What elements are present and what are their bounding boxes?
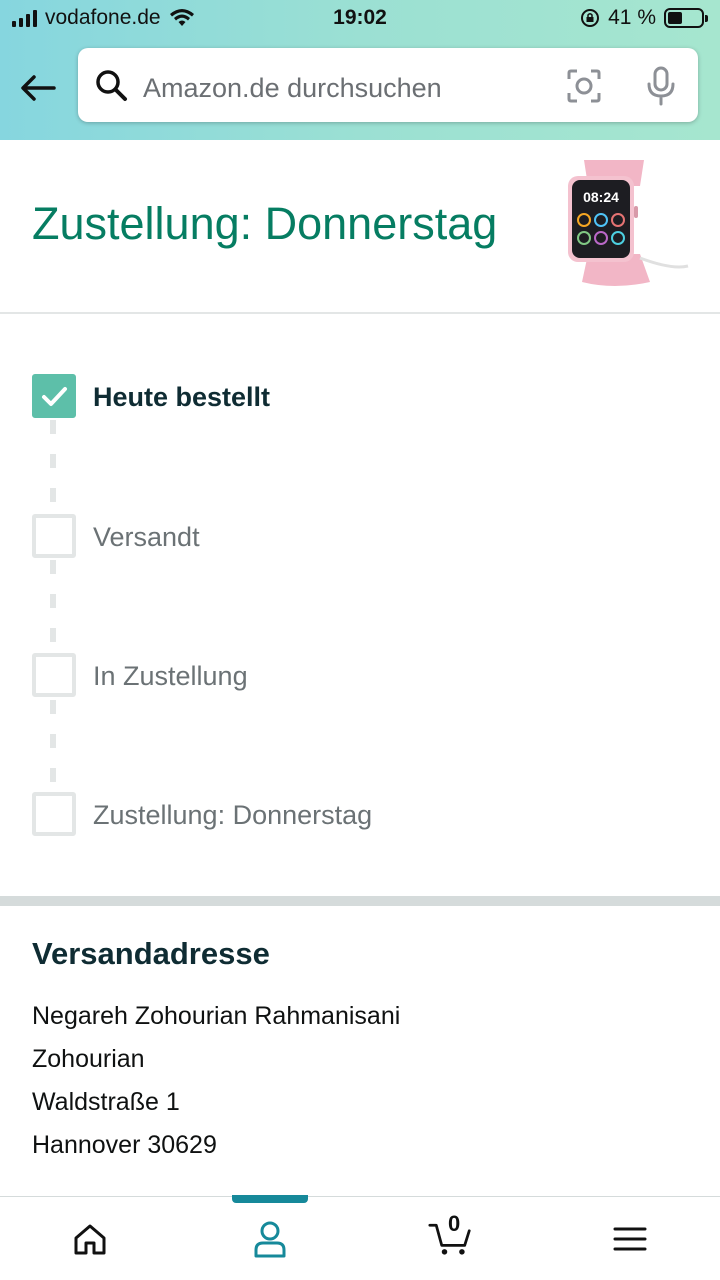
bottom-nav: 0	[0, 1195, 720, 1280]
timeline-connector	[50, 420, 56, 508]
address-line: Waldstraße 1	[32, 1088, 180, 1116]
checkbox-empty	[32, 792, 76, 836]
timeline-connector	[50, 700, 56, 788]
nav-account[interactable]	[248, 1217, 292, 1261]
nav-menu[interactable]	[608, 1217, 652, 1261]
timeline-connector	[50, 560, 56, 648]
delivery-timeline: Heute bestellt Versandt In Zustellung Zu…	[0, 316, 720, 896]
nav-home[interactable]	[68, 1217, 112, 1261]
shipping-address: Versandadresse Negareh Zohourian Rahmani…	[32, 906, 692, 1159]
section-divider	[0, 896, 720, 906]
search-icon	[96, 70, 127, 101]
battery-icon	[664, 8, 708, 28]
checkmark-icon	[42, 387, 67, 406]
active-tab-indicator	[232, 1195, 308, 1203]
address-line: Negareh Zohourian Rahmanisani	[32, 1002, 401, 1030]
timeline-step-out-for-delivery: In Zustellung	[32, 653, 692, 699]
menu-icon	[613, 1227, 647, 1251]
address-heading: Versandadresse	[32, 936, 270, 971]
checkbox-empty	[32, 653, 76, 697]
step-label: Heute bestellt	[93, 382, 271, 412]
timeline-step-delivery: Zustellung: Donnerstag	[32, 792, 692, 838]
status-right: 41 %	[580, 6, 708, 30]
step-label: In Zustellung	[93, 661, 248, 691]
checkbox-empty	[32, 514, 76, 558]
camera-scan-icon[interactable]	[566, 68, 602, 104]
address-line: Hannover 30629	[32, 1131, 217, 1159]
microphone-icon[interactable]	[646, 66, 676, 106]
battery-percent: 41 %	[608, 6, 656, 29]
delivery-title: Zustellung: Donnerstag	[32, 198, 498, 249]
svg-text:08:24: 08:24	[583, 189, 619, 205]
rotation-lock-icon	[581, 9, 600, 27]
search-input[interactable]: Amazon.de durchsuchen	[143, 73, 442, 104]
home-icon	[74, 1224, 106, 1255]
checkbox-checked	[32, 374, 76, 418]
cart-count-badge: 0	[448, 1211, 461, 1236]
status-bar: vodafone.de 19:02 41 %	[0, 0, 720, 38]
arrow-left-icon	[21, 75, 56, 101]
search-bar[interactable]: Amazon.de durchsuchen	[78, 48, 698, 122]
delivery-header: Zustellung: Donnerstag 08:24	[0, 140, 720, 314]
back-button[interactable]	[18, 68, 58, 108]
timeline-step-shipped: Versandt	[32, 514, 692, 560]
app-header: vodafone.de 19:02 41 % Amazon.de durchsu…	[0, 0, 720, 140]
account-icon	[254, 1221, 286, 1258]
step-label: Zustellung: Donnerstag	[93, 800, 373, 830]
timeline-step-ordered: Heute bestellt	[32, 374, 692, 420]
product-image[interactable]: 08:24	[554, 158, 694, 288]
address-line: Zohourian	[32, 1045, 145, 1073]
step-label: Versandt	[93, 522, 200, 552]
